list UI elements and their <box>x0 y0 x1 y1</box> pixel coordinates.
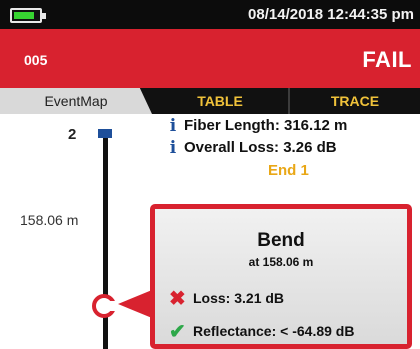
loss-row: ✖ Loss: 3.21 dB <box>169 286 284 311</box>
loss-label: Loss: <box>193 290 231 306</box>
fiber-length-row: i Fiber Length: 316.12 m <box>168 116 348 136</box>
test-id: 005 <box>24 52 48 68</box>
checkmark-icon: ✔ <box>169 321 186 343</box>
event-detail-box[interactable]: Bend at 158.06 m ✖ Loss: 3.21 dB ✔ Reflect… <box>150 204 412 349</box>
fiber-length-label: Fiber Length: <box>184 117 280 134</box>
info-icon[interactable]: i <box>168 138 178 158</box>
overall-loss-row: i Overall Loss: 3.26 dB <box>168 138 337 158</box>
event-number: 2 <box>68 126 77 143</box>
overall-loss-label: Overall Loss: <box>184 139 280 156</box>
tab-eventmap[interactable]: EventMap <box>0 88 152 114</box>
event-location: at 158.06 m <box>248 255 314 269</box>
status-bar: 08/14/2018 12:44:35 pm <box>0 0 420 29</box>
fiber-length-value: 316.12 m <box>284 117 348 134</box>
x-mark-icon: ✖ <box>169 288 186 310</box>
datetime: 08/14/2018 12:44:35 pm <box>248 6 414 23</box>
test-result: FAIL <box>362 47 412 72</box>
loss-value: 3.21 dB <box>234 290 285 306</box>
tab-trace[interactable]: TRACE <box>290 88 420 114</box>
overall-loss-value: 3.26 dB <box>283 139 337 156</box>
view-tabs: EventMap TABLE TRACE <box>0 88 420 114</box>
event-distance-label: 158.06 m <box>20 212 79 228</box>
reflectance-value: < -64.89 dB <box>280 323 355 339</box>
result-header: 005 FAIL <box>0 29 420 88</box>
info-icon[interactable]: i <box>168 116 178 136</box>
event-type: Bend <box>257 230 305 251</box>
reflectance-label: Reflectance: <box>193 323 277 339</box>
battery-icon <box>10 8 46 23</box>
reflectance-row: ✔ Reflectance: < -64.89 dB <box>169 319 354 344</box>
end-label: End 1 <box>268 162 309 179</box>
event-marker[interactable] <box>98 129 112 138</box>
tab-table[interactable]: TABLE <box>152 88 290 114</box>
callout-arrow <box>118 290 152 318</box>
